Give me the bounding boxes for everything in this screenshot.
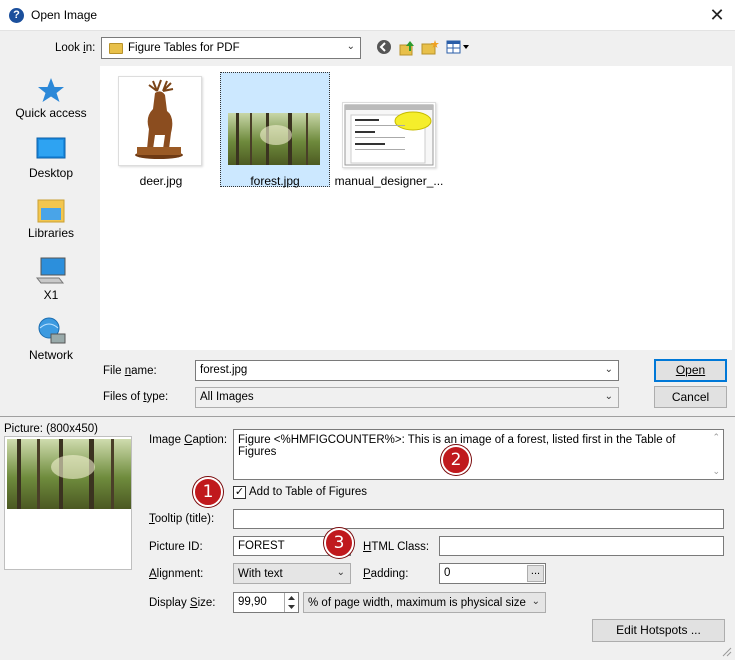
forest-image-icon <box>228 113 320 165</box>
folder-icon <box>109 43 123 54</box>
display-size-label: Display Size: <box>149 597 216 609</box>
up-folder-button[interactable] <box>398 39 416 57</box>
chevron-down-icon: ⌄ <box>336 567 345 578</box>
place-network[interactable]: Network <box>4 316 98 366</box>
file-name-manual[interactable]: manual_designer_... <box>334 174 444 188</box>
chevron-down-icon: ⌄ <box>346 41 355 52</box>
deer-image-icon <box>135 79 183 159</box>
filename-label: File name: <box>103 365 157 377</box>
lookin-value: Figure Tables for PDF <box>128 42 240 54</box>
lookin-label: Look in: <box>55 42 96 54</box>
back-button[interactable] <box>375 39 393 57</box>
chevron-down-icon: ⌄ <box>604 391 613 402</box>
desktop-icon <box>36 137 66 159</box>
alignment-select[interactable]: With text ⌄ <box>233 563 351 584</box>
filetype-label: Files of type: <box>103 391 169 403</box>
file-name-deer[interactable]: deer.jpg <box>118 174 204 188</box>
picture-size-label: Picture: (800x450) <box>4 423 98 435</box>
filename-input[interactable]: forest.jpg ⌄ <box>195 360 619 381</box>
help-icon: ? <box>9 8 24 23</box>
display-size-input[interactable]: 99,90 <box>233 592 299 613</box>
resize-grip-icon[interactable] <box>720 645 732 657</box>
new-folder-button[interactable] <box>421 39 439 57</box>
tooltip-input[interactable] <box>233 509 724 529</box>
title-bar: ? Open Image ✕ <box>0 0 735 31</box>
forest-preview-icon <box>7 439 131 509</box>
close-button[interactable]: ✕ <box>704 3 730 27</box>
edit-hotspots-button[interactable]: Edit Hotspots ... <box>592 619 725 642</box>
thumbnail-deer[interactable] <box>118 76 202 166</box>
caption-label: Image Caption: <box>149 434 228 446</box>
view-grid-icon <box>446 40 469 54</box>
padding-label: Padding: <box>363 568 409 580</box>
view-menu-button[interactable] <box>446 39 470 57</box>
thumbnail-manual-designer[interactable] <box>342 102 436 168</box>
add-tof-label[interactable]: Add to Table of Figures <box>249 486 367 498</box>
window-title: Open Image <box>31 8 98 22</box>
annotation-badge-1: 1 <box>193 477 223 507</box>
picture-preview <box>4 436 132 570</box>
place-quick-access[interactable]: Quick access <box>4 76 98 126</box>
place-computer[interactable]: X1 <box>4 256 98 306</box>
chevron-down-icon[interactable]: ⌄ <box>605 364 613 375</box>
add-tof-checkbox[interactable]: ✓ <box>233 486 246 499</box>
lookin-combo[interactable]: Figure Tables for PDF ⌄ <box>101 37 361 59</box>
open-button[interactable]: Open <box>654 359 727 382</box>
up-folder-icon <box>399 41 414 56</box>
picture-id-label: Picture ID: <box>149 541 203 553</box>
place-libraries[interactable]: Libraries <box>4 196 98 246</box>
display-size-unit-select[interactable]: % of page width, maximum is physical siz… <box>303 592 546 613</box>
cancel-button[interactable]: Cancel <box>654 386 727 408</box>
annotation-badge-3: 3 <box>324 528 354 558</box>
filetype-select[interactable]: All Images ⌄ <box>195 387 619 408</box>
divider <box>0 416 735 417</box>
tooltip-label: Tooltip (title): <box>149 513 215 525</box>
display-size-spinner[interactable] <box>284 593 298 612</box>
libraries-icon <box>37 199 65 223</box>
document-image-icon <box>344 104 434 166</box>
alignment-label: Alignment: <box>149 568 204 580</box>
scroll-up-icon[interactable]: ⌃ <box>712 432 720 443</box>
network-icon <box>38 317 66 344</box>
caption-textarea[interactable]: Figure <%HMFIGCOUNTER%>: This is an imag… <box>233 429 724 480</box>
annotation-badge-2: 2 <box>441 445 471 475</box>
spinner-icon <box>288 596 295 609</box>
padding-browse-button[interactable]: ... <box>527 565 544 582</box>
scroll-down-icon[interactable]: ⌄ <box>712 466 720 477</box>
html-class-input[interactable] <box>439 536 724 556</box>
computer-icon <box>35 257 66 284</box>
back-arrow-icon <box>377 40 391 54</box>
thumbnail-forest[interactable] <box>228 113 320 165</box>
place-desktop[interactable]: Desktop <box>4 136 98 186</box>
chevron-down-icon: ⌄ <box>531 596 540 607</box>
padding-input[interactable]: 0 ... <box>439 563 546 584</box>
places-bar: Quick access Desktop Libraries X1 Networ… <box>4 66 98 372</box>
star-icon <box>38 78 64 102</box>
file-list[interactable]: deer.jpg forest.jpg manual_designer_... <box>100 66 732 350</box>
new-folder-icon <box>421 40 439 55</box>
file-name-forest[interactable]: forest.jpg <box>220 174 330 188</box>
html-class-label: HTML Class: <box>363 541 430 553</box>
